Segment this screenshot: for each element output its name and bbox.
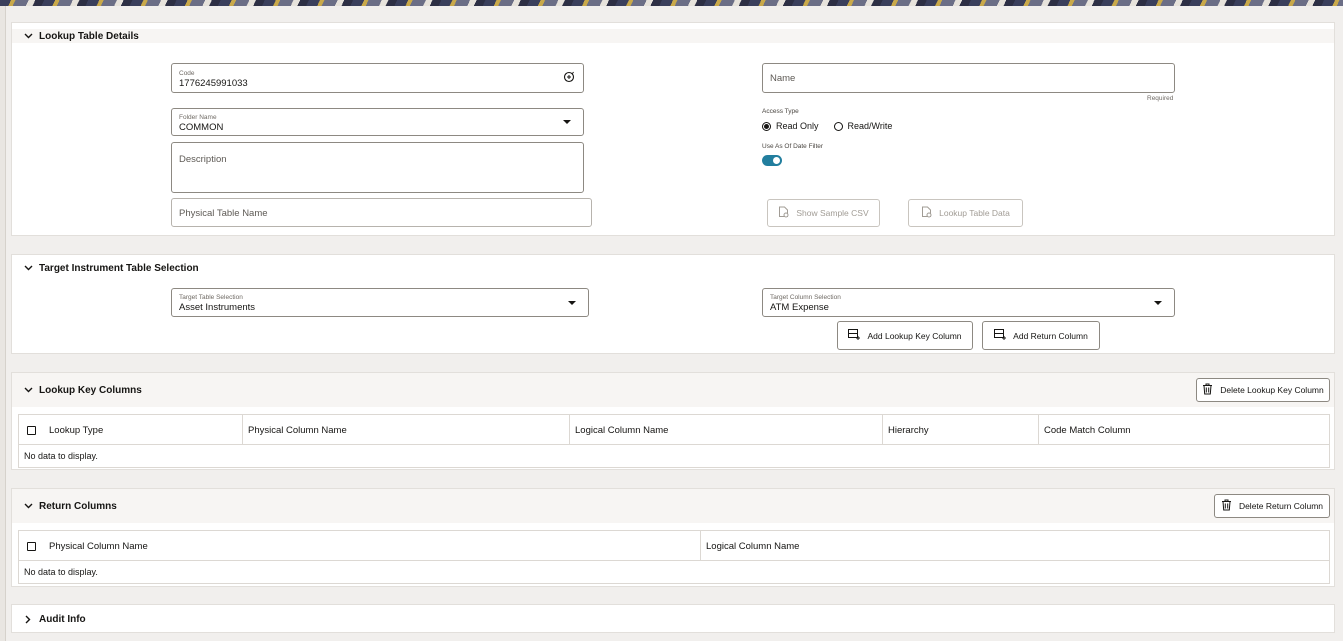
- folder-name-value: COMMON: [179, 122, 224, 133]
- column-header[interactable]: Physical Column Name: [44, 531, 700, 561]
- delete-return-column-button[interactable]: Delete Return Column: [1214, 494, 1330, 518]
- audit-info-panel: Audit Info: [11, 604, 1335, 633]
- read-only-label[interactable]: Read Only: [776, 121, 819, 131]
- audit-info-header[interactable]: Audit Info: [12, 612, 1334, 626]
- code-label: Code: [179, 70, 195, 77]
- as-of-date-filter-label: Use As Of Date Filter: [762, 143, 824, 150]
- panel-title: Target Instrument Table Selection: [39, 262, 199, 274]
- empty-message: No data to display.: [24, 567, 98, 577]
- target-column-label: Target Column Selection: [770, 294, 841, 301]
- select-all-cell: [19, 531, 44, 561]
- column-header[interactable]: Logical Column Name: [569, 415, 882, 445]
- name-placeholder: Name: [770, 73, 796, 84]
- trash-icon: [1202, 383, 1213, 397]
- column-header[interactable]: Code Match Column: [1038, 415, 1329, 445]
- physical-table-name-placeholder: Physical Table Name: [179, 208, 268, 219]
- regenerate-icon[interactable]: [563, 71, 575, 86]
- file-icon: [921, 206, 932, 220]
- read-only-radio[interactable]: [762, 121, 771, 131]
- column-header[interactable]: Lookup Type: [44, 415, 242, 445]
- physical-table-name-field[interactable]: Physical Table Name: [171, 198, 592, 227]
- column-header[interactable]: Physical Column Name: [242, 415, 569, 445]
- return-columns-panel: Return Columns Delete Return Column Phys…: [11, 488, 1335, 587]
- read-write-radio[interactable]: [833, 121, 843, 131]
- access-type-radio-group: Read Only Read/Write: [762, 121, 892, 131]
- as-of-date-filter-toggle[interactable]: [762, 155, 782, 166]
- select-all-cell: [19, 415, 44, 445]
- add-return-column-label: Add Return Column: [1013, 330, 1088, 341]
- add-lookup-key-column-label: Add Lookup Key Column: [867, 330, 962, 341]
- dropdown-caret-icon: [563, 120, 571, 124]
- read-write-label[interactable]: Read/Write: [848, 121, 893, 131]
- delete-lookup-key-column-label: Delete Lookup Key Column: [1220, 385, 1324, 395]
- select-all-checkbox[interactable]: [27, 425, 36, 435]
- chevron-down-icon[interactable]: [19, 499, 37, 513]
- lookup-table-details-panel: Lookup Table Details Code 1776245991033 …: [11, 22, 1335, 236]
- column-header[interactable]: Logical Column Name: [700, 531, 1329, 561]
- chevron-right-icon[interactable]: [19, 612, 37, 626]
- description-placeholder: Description: [179, 154, 227, 165]
- name-required-helper: Required: [1147, 95, 1174, 102]
- decorative-banner: [0, 0, 1343, 6]
- add-column-icon: [994, 329, 1007, 342]
- folder-name-select[interactable]: Folder Name COMMON: [171, 108, 584, 136]
- panel-title: Lookup Key Columns: [39, 384, 142, 396]
- name-field[interactable]: Name: [762, 63, 1175, 93]
- return-columns-header[interactable]: Return Columns: [12, 489, 1334, 523]
- chevron-down-icon[interactable]: [19, 383, 37, 397]
- delete-lookup-key-column-button[interactable]: Delete Lookup Key Column: [1196, 378, 1330, 402]
- add-return-column-button[interactable]: Add Return Column: [982, 321, 1100, 350]
- access-type-label: Access Type: [762, 108, 799, 115]
- add-column-icon: [848, 329, 861, 342]
- target-column-value: ATM Expense: [770, 302, 829, 313]
- target-table-value: Asset Instruments: [179, 302, 256, 313]
- target-table-label: Target Table Selection: [179, 294, 243, 301]
- dropdown-caret-icon: [1154, 300, 1162, 305]
- folder-name-label: Folder Name: [179, 114, 217, 121]
- panel-title: Lookup Table Details: [39, 30, 139, 42]
- target-instrument-header[interactable]: Target Instrument Table Selection: [12, 261, 1334, 275]
- panel-title: Audit Info: [39, 613, 86, 625]
- add-lookup-key-column-button[interactable]: Add Lookup Key Column: [837, 321, 973, 350]
- chevron-down-icon[interactable]: [19, 29, 37, 43]
- file-icon: [778, 206, 789, 220]
- lookup-table-data-button[interactable]: Lookup Table Data: [908, 199, 1023, 227]
- left-edge-rail: [0, 6, 6, 641]
- table-header-row: Lookup Type Physical Column Name Logical…: [19, 415, 1329, 445]
- table-header-row: Physical Column Name Logical Column Name: [19, 531, 1329, 561]
- dropdown-caret-icon: [568, 300, 576, 305]
- panel-title: Return Columns: [39, 500, 117, 512]
- chevron-down-icon[interactable]: [19, 261, 37, 275]
- description-textarea[interactable]: Description: [171, 142, 584, 193]
- show-sample-csv-label: Show Sample CSV: [796, 208, 869, 218]
- lookup-key-columns-panel: Lookup Key Columns Delete Lookup Key Col…: [11, 372, 1335, 470]
- lookup-key-columns-header[interactable]: Lookup Key Columns: [12, 373, 1334, 407]
- select-all-checkbox[interactable]: [27, 541, 36, 551]
- target-column-select[interactable]: Target Column Selection ATM Expense: [762, 288, 1175, 317]
- delete-return-column-label: Delete Return Column: [1238, 501, 1324, 511]
- lookup-table-data-label: Lookup Table Data: [939, 208, 1010, 218]
- empty-message: No data to display.: [24, 451, 98, 461]
- lookup-table-details-header[interactable]: Lookup Table Details: [12, 29, 1334, 43]
- code-value: 1776245991033: [179, 78, 248, 89]
- code-field[interactable]: Code 1776245991033: [171, 63, 584, 93]
- trash-icon: [1221, 499, 1232, 513]
- lookup-key-columns-table: Lookup Type Physical Column Name Logical…: [18, 414, 1330, 468]
- show-sample-csv-button[interactable]: Show Sample CSV: [767, 199, 880, 227]
- column-header[interactable]: Hierarchy: [882, 415, 1038, 445]
- return-columns-table: Physical Column Name Logical Column Name…: [18, 530, 1330, 584]
- target-table-select[interactable]: Target Table Selection Asset Instruments: [171, 288, 589, 317]
- target-instrument-panel: Target Instrument Table Selection Target…: [11, 254, 1335, 354]
